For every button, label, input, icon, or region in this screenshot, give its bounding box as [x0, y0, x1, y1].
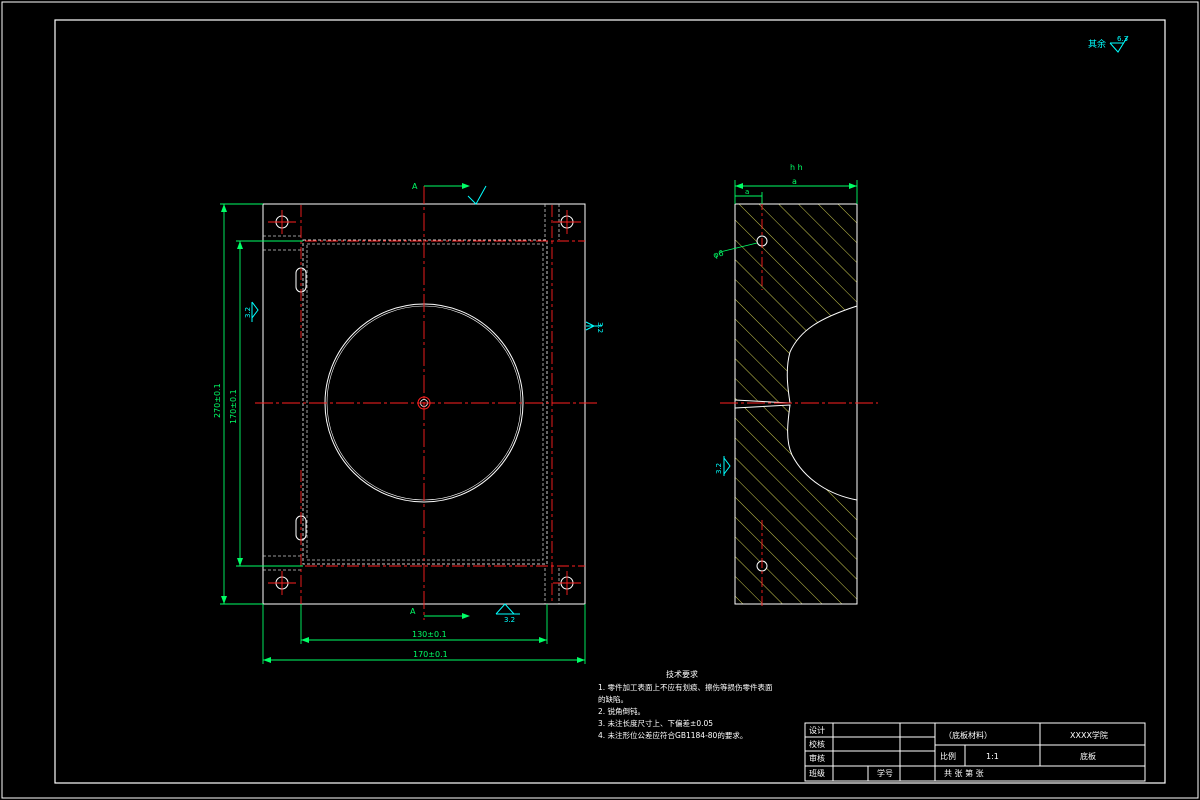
- section-marker-bottom: A 3.2: [410, 603, 520, 624]
- section-label-top: A: [412, 182, 418, 191]
- dim-height-outer: [220, 203, 263, 605]
- svg-text:3.2: 3.2: [244, 307, 252, 318]
- cad-drawing-sheet: 其余 6.3 A A 3.2 270±0.1 170±0.1 3.2 3.2 1…: [1, 1, 1199, 799]
- side-section-view: h h a a φ6 3.2: [712, 163, 878, 608]
- sheet-outer-border: [1, 1, 1199, 799]
- side-dim-total: h h: [790, 163, 803, 172]
- corner-roughness: 其余 6.3: [1088, 35, 1129, 53]
- dim-height-inner-text: 170±0.1: [229, 389, 238, 424]
- section-marker-top: A: [412, 182, 487, 205]
- svg-text:3.2: 3.2: [715, 463, 723, 474]
- section-label-bottom: A: [410, 607, 416, 616]
- side-dim-hole: φ6: [712, 249, 724, 260]
- svg-text:3.2: 3.2: [596, 322, 604, 333]
- title-scale-label: 比例: [940, 751, 956, 761]
- corner-slot-hidden: [263, 204, 560, 604]
- tech-req-title: 技术要求: [666, 669, 698, 679]
- title-part-name: 底板: [1080, 751, 1096, 761]
- front-view: A A 3.2 270±0.1 170±0.1 3.2 3.2 130±0.1 …: [213, 182, 604, 664]
- pocket-hidden-outline: [302, 239, 548, 565]
- dim-height-outer-text: 270±0.1: [213, 383, 222, 418]
- title-material: （底板材料）: [944, 730, 992, 740]
- title-row-design: 设计: [809, 725, 825, 735]
- corner-roughness-label: 其余: [1088, 38, 1106, 50]
- roughness-right: 3.2: [585, 321, 604, 333]
- center-lines: [255, 186, 597, 620]
- dim-width-inner-text: 130±0.1: [412, 630, 447, 639]
- side-roughness-left: 3.2: [715, 456, 731, 476]
- roughness-bottom-value: 3.2: [504, 616, 515, 624]
- title-sheet-info: 共 张 第 张: [944, 768, 984, 778]
- section-hatch: [735, 204, 857, 604]
- tech-req-line-3: 2. 锐角倒钝。: [598, 706, 645, 716]
- dim-width-outer-text: 170±0.1: [413, 650, 448, 659]
- title-row-check: 校核: [809, 739, 825, 749]
- tech-req-line-1: 1. 零件加工表面上不应有划痕、擦伤等损伤零件表面: [598, 682, 773, 692]
- tech-req-line-2: 的缺陷。: [598, 694, 628, 704]
- title-student-no-label: 学号: [877, 768, 893, 778]
- title-row-review: 审核: [809, 753, 825, 763]
- tech-req-line-5: 4. 未注形位公差应符合GB1184-80的要求。: [598, 730, 747, 740]
- side-dim-b: a: [745, 188, 749, 196]
- technical-requirements: 技术要求 1. 零件加工表面上不应有划痕、擦伤等损伤零件表面 的缺陷。 2. 锐…: [598, 669, 773, 740]
- roughness-left: 3.2: [244, 301, 259, 322]
- title-scale-value: 1:1: [986, 752, 999, 761]
- title-school: XXXX学院: [1070, 730, 1108, 740]
- tech-req-line-4: 3. 未注长度尺寸上、下偏差±0.05: [598, 718, 713, 728]
- dim-height-inner: [236, 240, 303, 567]
- title-row-class: 班级: [809, 768, 825, 778]
- side-dim-a: a: [792, 177, 797, 186]
